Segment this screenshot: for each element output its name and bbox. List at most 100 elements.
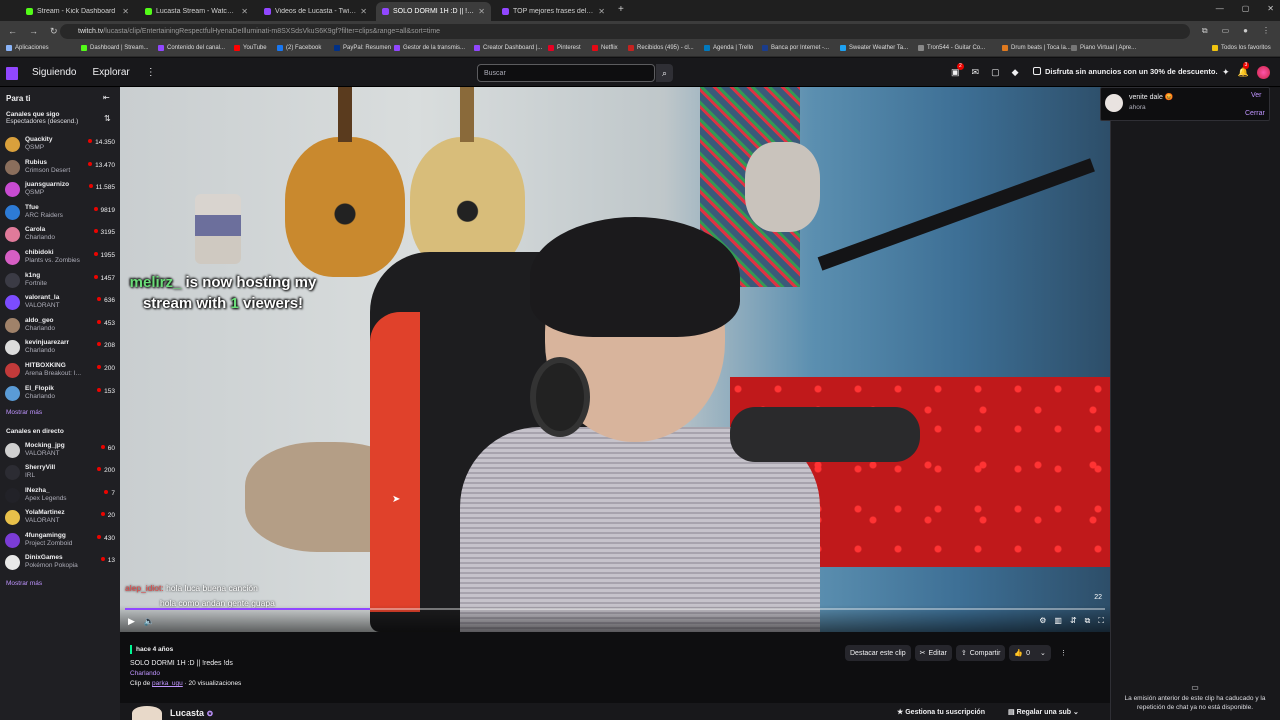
browser-tab[interactable]: Videos de Lucasta - Twitch ✕ bbox=[258, 2, 373, 21]
sidebar-channel[interactable]: juansguarnizo QSMP 11.585 bbox=[5, 179, 117, 201]
sidebar-channel[interactable]: Quackity QSMP 14.350 bbox=[5, 134, 117, 156]
gift-sub-button[interactable]: ▤ Regalar una sub ⌄ bbox=[1008, 708, 1079, 716]
search-button[interactable]: ⌕ bbox=[656, 64, 673, 82]
bookmark-item[interactable]: Tron544 - Guitar Co... bbox=[918, 45, 985, 51]
show-more-followed[interactable]: Mostrar más bbox=[6, 409, 42, 416]
settings-icon[interactable]: ⚙ bbox=[1039, 616, 1046, 626]
user-avatar[interactable] bbox=[1256, 66, 1270, 79]
sidebar-channel[interactable]: aldo_geo Charlando 453 bbox=[5, 315, 117, 337]
streamer-name[interactable]: Lucasta bbox=[170, 708, 204, 718]
close-tab-icon[interactable]: ✕ bbox=[598, 7, 605, 16]
browser-tab[interactable]: Lucasta Stream - Watch Live on ✕ bbox=[139, 2, 254, 21]
bookmark-item[interactable]: YouTube bbox=[234, 45, 267, 51]
sidebar-channel[interactable]: k1ng Fortnite 1457 bbox=[5, 270, 117, 292]
collapse-sidebar-icon[interactable]: ⇤ bbox=[103, 93, 110, 102]
bookmark-item[interactable]: Recibidos (495) - cl... bbox=[628, 45, 694, 51]
fullscreen-icon[interactable]: ⛶ bbox=[1098, 616, 1104, 626]
share-button[interactable]: ⇪ Compartir bbox=[955, 645, 1006, 661]
close-tab-icon[interactable]: ✕ bbox=[360, 7, 367, 16]
twitch-logo-icon[interactable] bbox=[6, 67, 18, 80]
sidebar-channel[interactable]: valorant_la VALORANT 636 bbox=[5, 292, 117, 314]
new-tab-button[interactable]: + bbox=[618, 4, 624, 15]
menu-icon[interactable]: ⋮ bbox=[1262, 26, 1270, 36]
clip-icon[interactable]: ⇵ bbox=[1070, 616, 1077, 626]
sidebar-channel[interactable]: YolaMartinez VALORANT 20 bbox=[5, 507, 117, 529]
sidebar-channel[interactable]: Carola Charlando 3195 bbox=[5, 224, 117, 246]
close-tab-icon[interactable]: ✕ bbox=[478, 7, 485, 16]
sidebar-channel[interactable]: Mocking_jpg VALORANT 60 bbox=[5, 440, 117, 462]
sidebar-channel[interactable]: INezha_ Apex Legends 7 bbox=[5, 485, 117, 507]
close-window-icon[interactable]: ✕ bbox=[1267, 4, 1274, 13]
bookmark-item[interactable]: (2) Facebook bbox=[277, 45, 321, 51]
bookmark-item[interactable]: Piano Virtual | Apre... bbox=[1071, 45, 1136, 51]
sidebar-channel[interactable]: El_Flopik Charlando 153 bbox=[5, 383, 117, 405]
notification-toast[interactable]: venite dale 😡 ahora Ver Cerrar bbox=[1100, 87, 1270, 121]
manage-subscription-button[interactable]: ★ Gestiona tu suscripción bbox=[897, 708, 985, 716]
notification-view-button[interactable]: Ver bbox=[1251, 92, 1262, 99]
nav-explore[interactable]: Explorar bbox=[92, 67, 129, 78]
more-options-icon[interactable]: ⋮ bbox=[146, 67, 156, 78]
sidebar-channel[interactable]: HITBOXKING Arena Breakout: I... 200 bbox=[5, 360, 117, 382]
extensions-icon[interactable]: ⧉ bbox=[1202, 26, 1208, 36]
reload-icon[interactable]: ↻ bbox=[50, 26, 58, 37]
minimize-icon[interactable]: — bbox=[1216, 4, 1224, 13]
theatre-mode-icon[interactable]: ▥ bbox=[1054, 616, 1062, 626]
show-more-live[interactable]: Mostrar más bbox=[6, 580, 42, 587]
bookmark-item[interactable]: Creator Dashboard |... bbox=[474, 45, 542, 51]
translate-icon[interactable]: ✦ bbox=[1222, 67, 1230, 78]
video-progress-bar[interactable] bbox=[125, 608, 1105, 610]
bookmark-item[interactable]: Gestor de la transmis... bbox=[394, 45, 465, 51]
inventory-icon[interactable]: ▣ 2 bbox=[951, 63, 964, 78]
sidebar-channel[interactable]: SherryVill IRL 200 bbox=[5, 462, 117, 484]
cast-icon[interactable]: ▭ bbox=[1222, 26, 1230, 36]
whispers-icon[interactable]: ▢ bbox=[991, 67, 1000, 78]
maximize-icon[interactable]: ▢ bbox=[1242, 4, 1250, 13]
bookmark-item[interactable]: Aplicaciones bbox=[6, 45, 49, 51]
sidebar-channel[interactable]: 4fungamingg Project Zomboid 430 bbox=[5, 530, 117, 552]
profile-icon[interactable]: ● bbox=[1243, 26, 1248, 36]
sidebar-channel[interactable]: kevinjuarezarr Charlando 208 bbox=[5, 337, 117, 359]
streamer-avatar[interactable] bbox=[132, 706, 162, 720]
clip-creator-link[interactable]: parka_ugu bbox=[152, 680, 183, 687]
browser-tab[interactable]: TOP mejores frases del anime ✕ bbox=[496, 2, 611, 21]
nav-following[interactable]: Siguiendo bbox=[32, 67, 76, 78]
notifications-icon[interactable]: 🔔 3 bbox=[1238, 62, 1250, 78]
bookmark-item[interactable]: Dashboard | Stream... bbox=[81, 45, 149, 51]
bookmark-item[interactable]: Pinterest bbox=[548, 45, 581, 51]
browser-tab[interactable]: Stream - Kick Dashboard ✕ bbox=[20, 2, 135, 21]
bookmark-item[interactable]: Netflix bbox=[592, 45, 618, 51]
like-button[interactable]: 👍 0 ⌄ bbox=[1009, 645, 1051, 661]
bookmark-item[interactable]: Drum beats | Toca la... bbox=[1002, 45, 1071, 51]
bookmark-item[interactable]: Todos los favoritos bbox=[1212, 45, 1271, 51]
sidebar-channel[interactable]: DinixGames Pokémon Pokopia 13 bbox=[5, 552, 117, 574]
close-tab-icon[interactable]: ✕ bbox=[122, 7, 129, 16]
video-player[interactable]: melirz_ is now hosting my stream with 1 … bbox=[120, 87, 1110, 632]
bookmark-item[interactable]: PayPal: Resumen bbox=[334, 45, 391, 51]
more-actions-button[interactable]: ⋮ bbox=[1055, 645, 1072, 661]
bits-icon[interactable]: ◆ bbox=[1012, 67, 1019, 78]
notification-close-button[interactable]: Cerrar bbox=[1245, 110, 1265, 117]
chevron-down-icon[interactable]: ⌄ bbox=[1040, 649, 1046, 657]
browser-tab[interactable]: SOLO DORMI 1H :D || !redes !ds ✕ bbox=[376, 2, 491, 21]
inbox-icon[interactable]: ✉ bbox=[972, 67, 980, 78]
back-icon[interactable]: ← bbox=[8, 26, 17, 37]
sidebar-channel[interactable]: Tfue ARC Raiders 9819 bbox=[5, 202, 117, 224]
sidebar-channel[interactable]: chibidoki Plants vs. Zombies 1955 bbox=[5, 247, 117, 269]
sort-icon[interactable]: ⇅ bbox=[104, 114, 111, 123]
edit-button[interactable]: ✂ Editar bbox=[914, 645, 952, 661]
bookmark-item[interactable]: Banca por Internet -... bbox=[762, 45, 829, 51]
bookmark-item[interactable]: Agenda | Trello bbox=[704, 45, 753, 51]
bookmark-item[interactable]: Contenido del canal... bbox=[158, 45, 225, 51]
search-input[interactable]: Buscar bbox=[477, 64, 655, 82]
pip-icon[interactable]: ⧉ bbox=[1085, 616, 1091, 626]
forward-icon[interactable]: → bbox=[29, 26, 38, 37]
feature-clip-button[interactable]: Destacar este clip bbox=[845, 645, 911, 661]
play-icon[interactable]: ▶ bbox=[128, 616, 135, 627]
bookmark-item[interactable]: Sweater Weather Ta... bbox=[840, 45, 908, 51]
clip-category[interactable]: Charlando bbox=[130, 670, 241, 677]
url-input[interactable]: twitch.tv/lucasta/clip/EntertainingRespe… bbox=[60, 24, 1190, 39]
turbo-promo[interactable]: Disfruta sin anuncios con un 30% de desc… bbox=[1033, 67, 1218, 76]
sidebar-channel[interactable]: Rubius Crimson Desert 13.470 bbox=[5, 157, 117, 179]
close-tab-icon[interactable]: ✕ bbox=[241, 7, 248, 16]
volume-icon[interactable]: 🔈 bbox=[144, 616, 155, 627]
